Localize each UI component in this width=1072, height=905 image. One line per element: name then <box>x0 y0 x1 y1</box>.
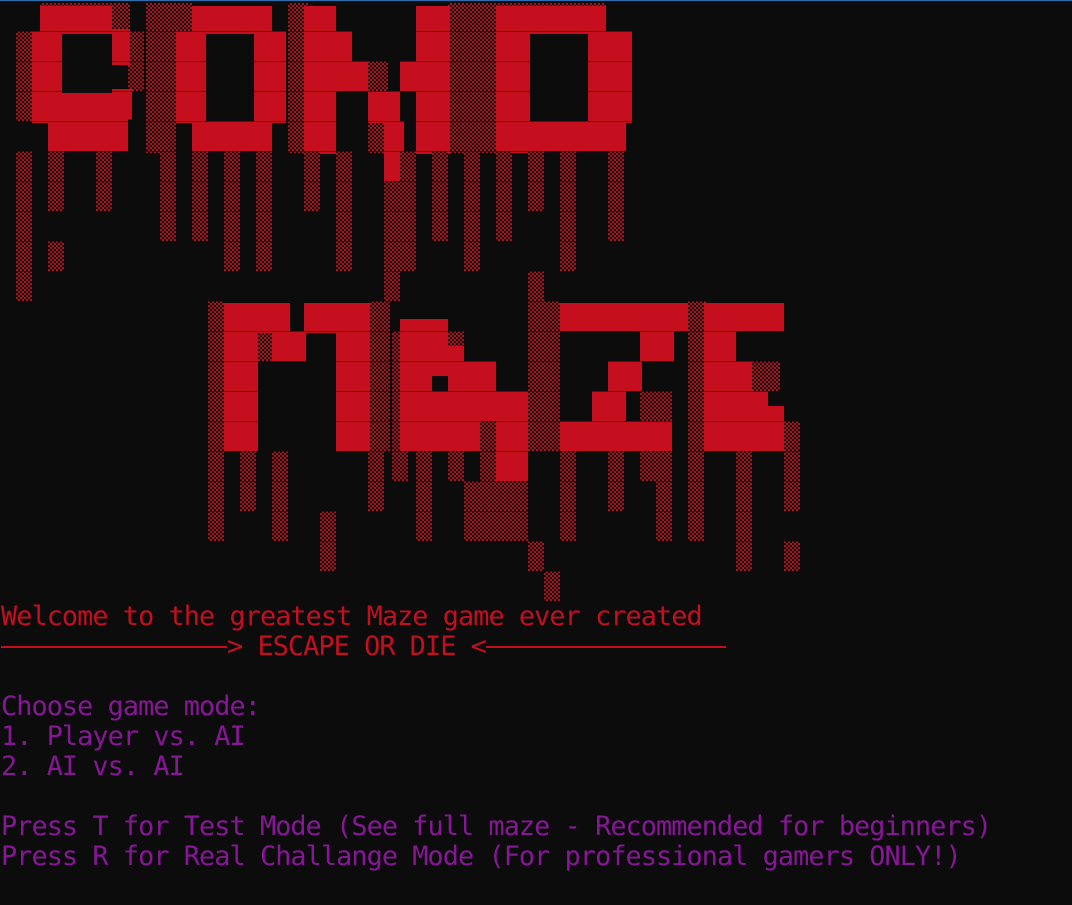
left-rule-line <box>1 645 227 648</box>
menu-option-player-vs-ai[interactable]: 1. Player vs. AI <box>1 722 246 752</box>
menu-option-ai-vs-ai[interactable]: 2. AI vs. AI <box>1 752 185 782</box>
terminal-window: Welcome to the greatest Maze game ever c… <box>0 0 1072 905</box>
tagline-text: > ESCAPE OR DIE < <box>227 631 487 662</box>
welcome-text: Welcome to the greatest Maze game ever c… <box>1 601 703 632</box>
test-mode-instruction: Press T for Test Mode (See full maze - R… <box>1 811 992 842</box>
menu-heading: Choose game mode: <box>1 691 261 722</box>
real-mode-instruction: Press R for Real Challange Mode (For pro… <box>1 841 962 872</box>
welcome-message: Welcome to the greatest Maze game ever c… <box>1 601 703 632</box>
tagline-row: > ESCAPE OR DIE < <box>1 632 726 662</box>
right-rule-line <box>485 645 726 648</box>
ascii-art-banner <box>0 1 1072 601</box>
